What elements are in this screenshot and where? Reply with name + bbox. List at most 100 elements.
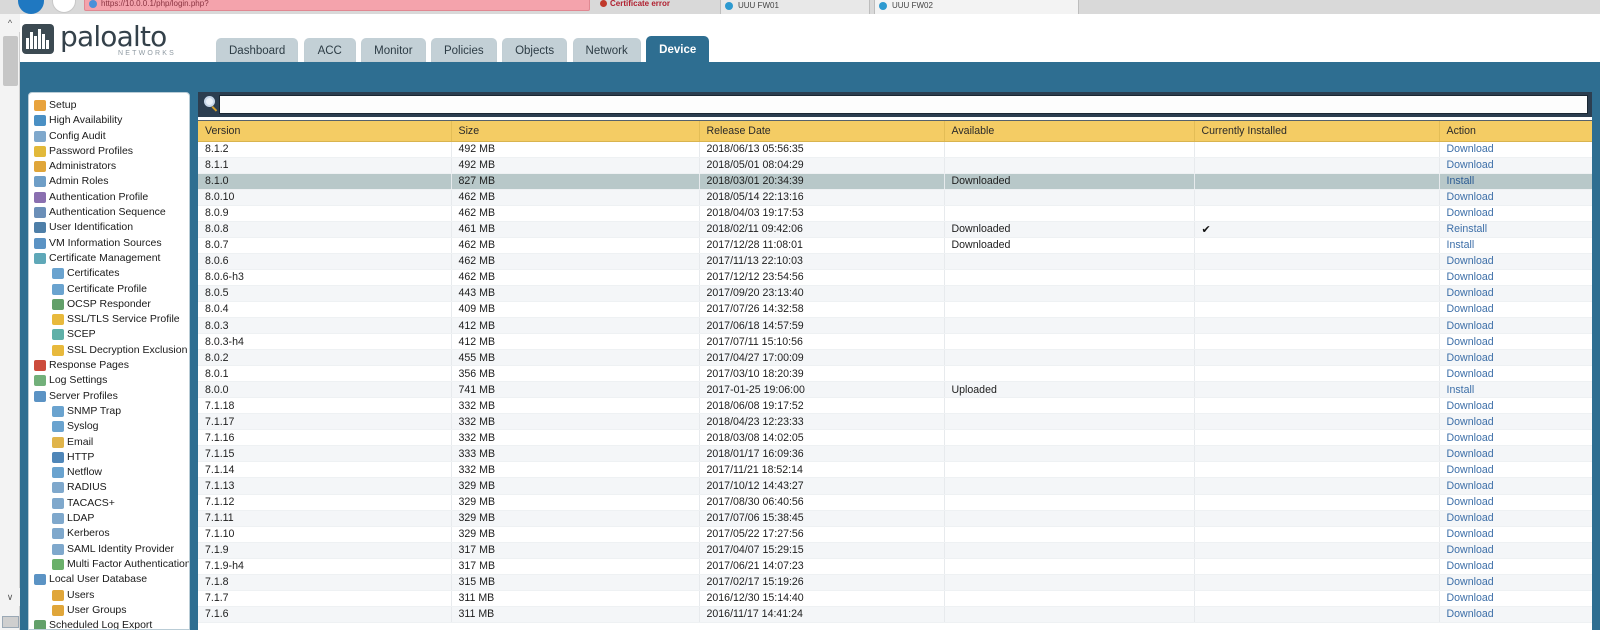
sidebar-item-local-user-database[interactable]: ▽Local User Database xyxy=(29,572,189,587)
table-row[interactable]: 7.1.13 329 MB 2017/10/12 14:43:27 Download xyxy=(198,477,1592,495)
sidebar-item-authentication-sequence[interactable]: Authentication Sequence xyxy=(29,205,189,220)
sidebar-item-email[interactable]: Email xyxy=(29,435,189,450)
table-row[interactable]: 8.0.8 461 MB 2018/02/11 09:42:06 Downloaded… xyxy=(198,221,1592,238)
sidebar-item-syslog[interactable]: Syslog xyxy=(29,419,189,434)
action-link[interactable]: Reinstall xyxy=(1447,223,1488,235)
action-link[interactable]: Download xyxy=(1447,400,1494,412)
sidebar-item-radius[interactable]: RADIUS xyxy=(29,480,189,495)
action-link[interactable]: Download xyxy=(1447,528,1494,540)
sidebar-item-scep[interactable]: SCEP xyxy=(29,327,189,342)
sidebar-item-ldap[interactable]: LDAP xyxy=(29,511,189,526)
action-link[interactable]: Download xyxy=(1447,303,1494,315)
action-link[interactable]: Download xyxy=(1447,336,1494,348)
tab-network[interactable]: Network xyxy=(572,38,641,64)
table-row[interactable]: 8.1.2 492 MB 2018/06/13 05:56:35 Download xyxy=(198,141,1592,158)
tab-device[interactable]: Device xyxy=(646,36,710,64)
sidebar-item-authentication-profile[interactable]: Authentication Profile xyxy=(29,190,189,205)
action-link[interactable]: Download xyxy=(1447,320,1494,332)
table-row[interactable]: 8.0.0 741 MB 2017-01-25 19:06:00 Uploaded In… xyxy=(198,381,1592,399)
action-link[interactable]: Download xyxy=(1447,592,1494,604)
table-row[interactable]: 8.0.10 462 MB 2018/05/14 22:13:16 Download xyxy=(198,189,1592,206)
tab-objects[interactable]: Objects xyxy=(502,38,568,64)
browser-tab-fw02[interactable]: UUU FW02 xyxy=(874,0,1079,14)
column-header-action[interactable]: Action xyxy=(1439,121,1592,142)
sidebar-item-server-profiles[interactable]: ▽Server Profiles xyxy=(29,389,189,404)
action-link[interactable]: Download xyxy=(1447,287,1494,299)
action-link[interactable]: Download xyxy=(1447,255,1494,267)
action-link[interactable]: Download xyxy=(1447,207,1494,219)
page-scrollbar[interactable]: ^ ∨ xyxy=(0,14,20,630)
action-link[interactable]: Download xyxy=(1447,464,1494,476)
action-link[interactable]: Download xyxy=(1447,576,1494,588)
sidebar-item-netflow[interactable]: Netflow xyxy=(29,465,189,480)
table-row[interactable]: 8.0.9 462 MB 2018/04/03 19:17:53 Download xyxy=(198,205,1592,222)
table-row[interactable]: 7.1.14 332 MB 2017/11/21 18:52:14 Download xyxy=(198,461,1592,479)
action-link[interactable]: Download xyxy=(1447,544,1494,556)
action-link[interactable]: Install xyxy=(1447,384,1475,396)
tab-acc[interactable]: ACC xyxy=(303,38,356,64)
sidebar-item-response-pages[interactable]: Response Pages xyxy=(29,358,189,373)
scrollbar-thumb[interactable] xyxy=(3,36,18,86)
scroll-up-arrow-icon[interactable]: ^ xyxy=(0,14,20,32)
table-row[interactable]: 8.0.3-h4 412 MB 2017/07/11 15:10:56 Downloa… xyxy=(198,333,1592,351)
browser-forward-button[interactable] xyxy=(52,0,76,13)
browser-back-button[interactable] xyxy=(18,0,44,14)
table-row[interactable]: 8.1.0 827 MB 2018/03/01 20:34:39 Downloaded… xyxy=(198,173,1592,190)
column-header-release-date[interactable]: Release Date xyxy=(699,121,945,142)
sidebar-item-certificate-profile[interactable]: Certificate Profile xyxy=(29,282,189,297)
sidebar-item-kerberos[interactable]: Kerberos xyxy=(29,526,189,541)
action-link[interactable]: Install xyxy=(1447,175,1475,187)
sidebar-item-user-groups[interactable]: User Groups xyxy=(29,603,189,618)
table-row[interactable]: 7.1.10 329 MB 2017/05/22 17:27:56 Download xyxy=(198,526,1592,543)
action-link[interactable]: Download xyxy=(1447,432,1494,444)
table-row[interactable]: 8.0.6-h3 462 MB 2017/12/12 23:54:56 Downloa… xyxy=(198,269,1592,286)
sidebar-item-ssl-tls-service-profile[interactable]: SSL/TLS Service Profile xyxy=(29,312,189,327)
sidebar-item-admin-roles[interactable]: Admin Roles xyxy=(29,174,189,189)
software-table-container[interactable]: Version Size Release Date Available Curr… xyxy=(198,120,1592,630)
search-input[interactable] xyxy=(219,95,1588,114)
sidebar-item-vm-information-sources[interactable]: VM Information Sources xyxy=(29,236,189,251)
sidebar-item-config-audit[interactable]: Config Audit xyxy=(29,129,189,144)
action-link[interactable]: Download xyxy=(1447,608,1494,620)
sidebar-item-setup[interactable]: Setup xyxy=(29,98,189,113)
table-row[interactable]: 7.1.16 332 MB 2018/03/08 14:02:05 Download xyxy=(198,429,1592,447)
sidebar-item-saml-identity-provider[interactable]: SAML Identity Provider xyxy=(29,542,189,557)
action-link[interactable]: Download xyxy=(1447,560,1494,572)
action-link[interactable]: Download xyxy=(1447,416,1494,428)
table-row[interactable]: 8.0.7 462 MB 2017/12/28 11:08:01 Downloaded… xyxy=(198,237,1592,254)
action-link[interactable]: Install xyxy=(1447,239,1475,251)
action-link[interactable]: Download xyxy=(1447,271,1494,283)
browser-tab-fw01[interactable]: UUU FW01 xyxy=(720,0,870,14)
column-header-version[interactable]: Version xyxy=(198,121,452,142)
tab-policies[interactable]: Policies xyxy=(430,38,497,64)
sidebar-item-users[interactable]: Users xyxy=(29,588,189,603)
action-link[interactable]: Download xyxy=(1447,512,1494,524)
table-row[interactable]: 8.0.4 409 MB 2017/07/26 14:32:58 Download xyxy=(198,301,1592,319)
table-row[interactable]: 7.1.17 332 MB 2018/04/23 12:23:33 Download xyxy=(198,413,1592,431)
action-link[interactable]: Download xyxy=(1447,448,1494,460)
column-header-size[interactable]: Size xyxy=(451,121,700,142)
table-row[interactable]: 7.1.12 329 MB 2017/08/30 06:40:56 Download xyxy=(198,494,1592,511)
table-row[interactable]: 7.1.15 333 MB 2018/01/17 16:09:36 Download xyxy=(198,445,1592,463)
sidebar-item-scheduled-log-export[interactable]: Scheduled Log Export xyxy=(29,618,189,629)
action-link[interactable]: Download xyxy=(1447,191,1494,203)
sidebar-item-password-profiles[interactable]: Password Profiles xyxy=(29,144,189,159)
tab-monitor[interactable]: Monitor xyxy=(361,38,426,64)
certificate-error-badge[interactable]: Certificate error xyxy=(600,0,670,10)
sidebar-item-ssl-decryption-exclusion[interactable]: SSL Decryption Exclusion xyxy=(29,343,189,358)
sidebar-item-ocsp-responder[interactable]: OCSP Responder xyxy=(29,297,189,312)
search-icon[interactable] xyxy=(202,95,219,112)
sidebar-item-snmp-trap[interactable]: SNMP Trap xyxy=(29,404,189,419)
action-link[interactable]: Download xyxy=(1447,480,1494,492)
action-link[interactable]: Download xyxy=(1447,352,1494,364)
sidebar-item-http[interactable]: HTTP xyxy=(29,450,189,465)
sidebar-item-user-identification[interactable]: User Identification xyxy=(29,220,189,235)
action-link[interactable]: Download xyxy=(1447,143,1494,155)
scroll-down-arrow-icon[interactable]: ∨ xyxy=(0,588,20,606)
sidebar-item-tacacs[interactable]: TACACS+ xyxy=(29,496,189,511)
table-row[interactable]: 7.1.11 329 MB 2017/07/06 15:38:45 Download xyxy=(198,510,1592,527)
sidebar-item-log-settings[interactable]: Log Settings xyxy=(29,373,189,388)
table-row[interactable]: 7.1.7 311 MB 2016/12/30 15:14:40 Download xyxy=(198,590,1592,607)
action-link[interactable]: Download xyxy=(1447,496,1494,508)
table-row[interactable]: 8.0.5 443 MB 2017/09/20 23:13:40 Download xyxy=(198,285,1592,302)
